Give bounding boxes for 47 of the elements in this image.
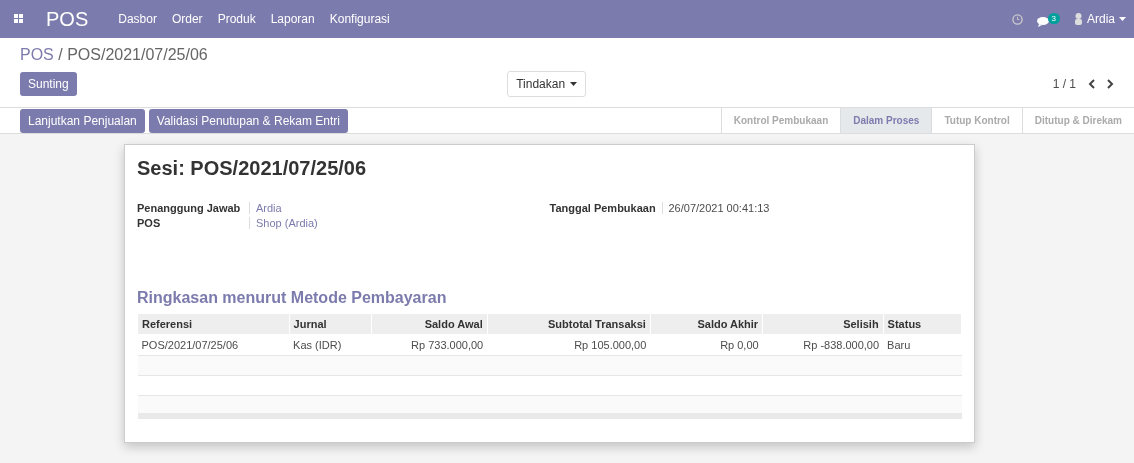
column-header[interactable]: Referensi [137,313,290,335]
action-button[interactable]: Validasi Penutupan & Rekam Entri [148,108,348,133]
status-stage[interactable]: Dalam Proses [840,108,932,133]
apps-icon[interactable] [14,14,24,24]
table-cell: Rp 105.000,00 [487,334,651,356]
table-cell: Rp 733.000,00 [371,334,488,356]
menu-item[interactable]: Dasbor [118,12,157,26]
field-value[interactable]: Shop (Ardia) [249,217,550,229]
chat-button[interactable]: 3 [1036,10,1060,28]
breadcrumb-link[interactable]: POS [20,46,54,63]
app-title[interactable]: POS [46,7,89,31]
field-label: Tanggal Pembukaan [549,202,657,214]
table-cell: Baru [883,334,962,356]
caret-icon [570,82,578,86]
column-header[interactable]: Subtotal Transaksi [487,313,651,335]
edit-button[interactable]: Sunting [20,72,77,96]
chat-icon [1036,16,1051,28]
caret-icon [1119,17,1126,21]
action-button[interactable]: Lanjutkan Penjualan [20,108,145,133]
field-value: 26/07/2021 00:41:13 [661,202,962,214]
table-cell: Rp 0,00 [650,334,763,356]
section-title: Ringkasan menurut Metode Pembayaran [137,289,448,307]
column-header[interactable]: Saldo Akhir [650,313,763,335]
column-header[interactable]: Selisih [762,313,884,335]
field-value[interactable]: Ardia [249,202,550,214]
field-label: Penanggung Jawab [137,202,242,214]
menu-item[interactable]: Produk [217,12,256,26]
message-count: 3 [1047,12,1060,24]
user-icon [1074,13,1083,25]
column-header[interactable]: Status [883,313,962,335]
previous-icon[interactable] [1088,79,1096,89]
action-dropdown[interactable]: Tindakan [507,71,587,97]
next-icon[interactable] [1106,79,1114,89]
breadcrumb-current: POS/2021/07/25/06 [67,46,208,63]
table-cell: Kas (IDR) [289,334,372,356]
user-menu[interactable]: Ardia [1074,12,1126,26]
session-title: Sesi: POS/2021/07/25/06 [137,157,368,180]
table-cell: POS/2021/07/25/06 [137,334,290,356]
column-header[interactable]: Saldo Awal [371,313,488,335]
menu-item[interactable]: Order [171,12,203,26]
table-cell: Rp -838.000,00 [762,334,884,356]
field-label: POS [137,217,162,229]
pager-value: 1 / 1 [1052,77,1076,91]
menu-item[interactable]: Konfigurasi [329,12,390,26]
menu-item[interactable]: Laporan [270,12,315,26]
breadcrumb-separator: / [58,46,63,63]
column-header[interactable]: Jurnal [289,313,372,335]
